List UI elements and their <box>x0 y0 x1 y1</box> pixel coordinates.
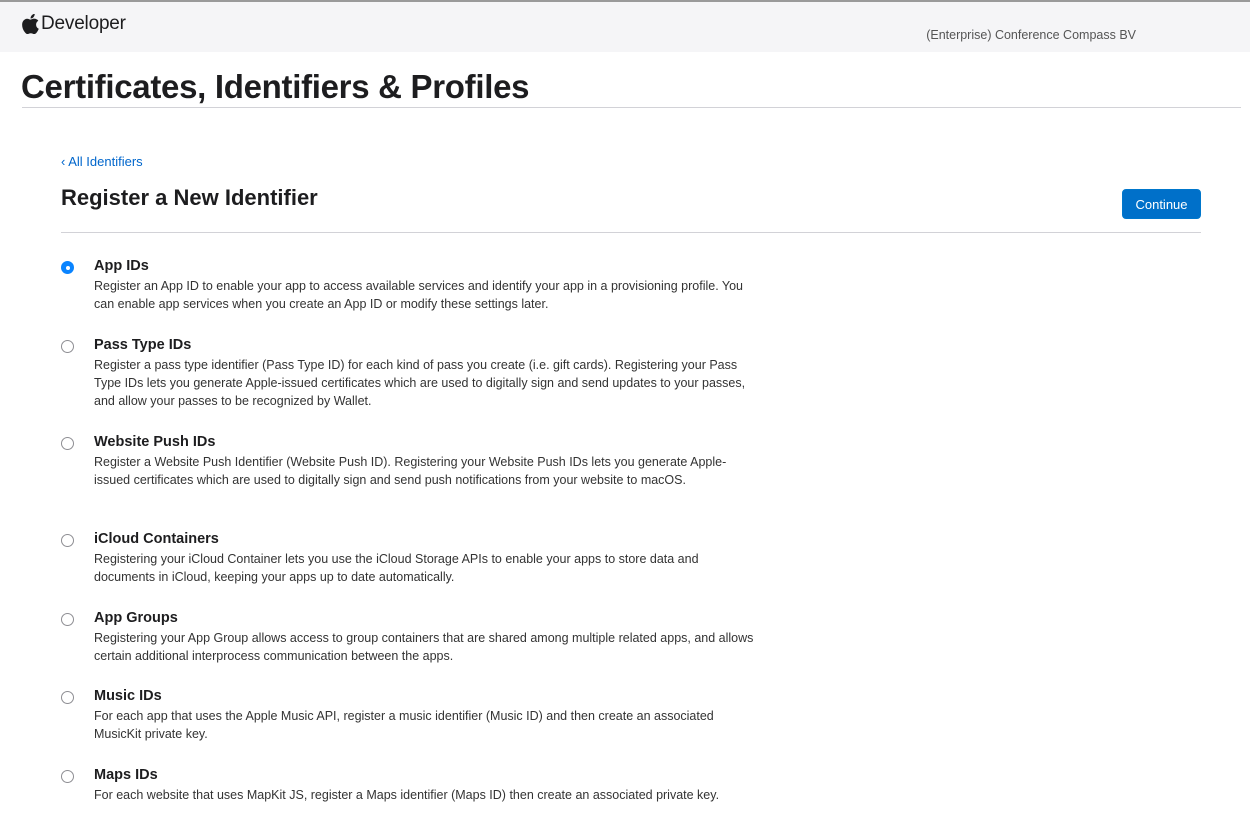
option-title: Website Push IDs <box>94 434 216 450</box>
option-app-groups[interactable]: App Groups Registering your App Group al… <box>61 609 761 687</box>
option-title: Music IDs <box>94 688 162 704</box>
option-website-push-ids[interactable]: Website Push IDs Register a Website Push… <box>61 433 761 530</box>
option-description: Registering your App Group allows access… <box>94 631 754 663</box>
radio-maps-ids[interactable] <box>61 770 74 783</box>
option-description: Register a pass type identifier (Pass Ty… <box>94 358 746 408</box>
account-name[interactable]: (Enterprise) Conference Compass BV <box>926 28 1136 42</box>
radio-app-ids[interactable] <box>61 261 74 274</box>
radio-pass-type-ids[interactable] <box>61 340 74 353</box>
radio-icloud-containers[interactable] <box>61 534 74 547</box>
option-title: App IDs <box>94 258 149 274</box>
continue-button[interactable]: Continue <box>1122 189 1201 219</box>
option-title: iCloud Containers <box>94 531 219 547</box>
option-app-ids[interactable]: App IDs Register an App ID to enable you… <box>61 257 761 336</box>
option-description: Register an App ID to enable your app to… <box>94 279 744 311</box>
option-title: Pass Type IDs <box>94 337 192 353</box>
option-maps-ids[interactable]: Maps IDs For each website that uses MapK… <box>61 766 761 826</box>
developer-home-link[interactable]: Developer <box>22 13 126 35</box>
apple-logo-icon <box>22 14 39 34</box>
all-identifiers-link[interactable]: ‹ All Identifiers <box>61 154 143 169</box>
option-description: For each app that uses the Apple Music A… <box>94 709 714 741</box>
title-divider <box>22 107 1241 108</box>
option-title: App Groups <box>94 610 178 626</box>
radio-website-push-ids[interactable] <box>61 437 74 450</box>
section-divider <box>61 232 1201 233</box>
option-pass-type-ids[interactable]: Pass Type IDs Register a pass type ident… <box>61 336 761 433</box>
global-nav: Developer (Enterprise) Conference Compas… <box>0 2 1250 52</box>
page-title: Certificates, Identifiers & Profiles <box>21 68 530 105</box>
option-icloud-containers[interactable]: iCloud Containers Registering your iClou… <box>61 530 761 609</box>
option-description: Register a Website Push Identifier (Webs… <box>94 455 727 487</box>
radio-music-ids[interactable] <box>61 691 74 704</box>
option-music-ids[interactable]: Music IDs For each app that uses the App… <box>61 687 761 766</box>
option-description: Registering your iCloud Container lets y… <box>94 552 699 584</box>
option-title: Maps IDs <box>94 767 158 783</box>
brand-label: Developer <box>41 13 126 34</box>
section-title: Register a New Identifier <box>61 185 318 210</box>
identifier-type-list: App IDs Register an App ID to enable you… <box>61 257 761 826</box>
radio-app-groups[interactable] <box>61 613 74 626</box>
option-description: For each website that uses MapKit JS, re… <box>94 788 720 802</box>
